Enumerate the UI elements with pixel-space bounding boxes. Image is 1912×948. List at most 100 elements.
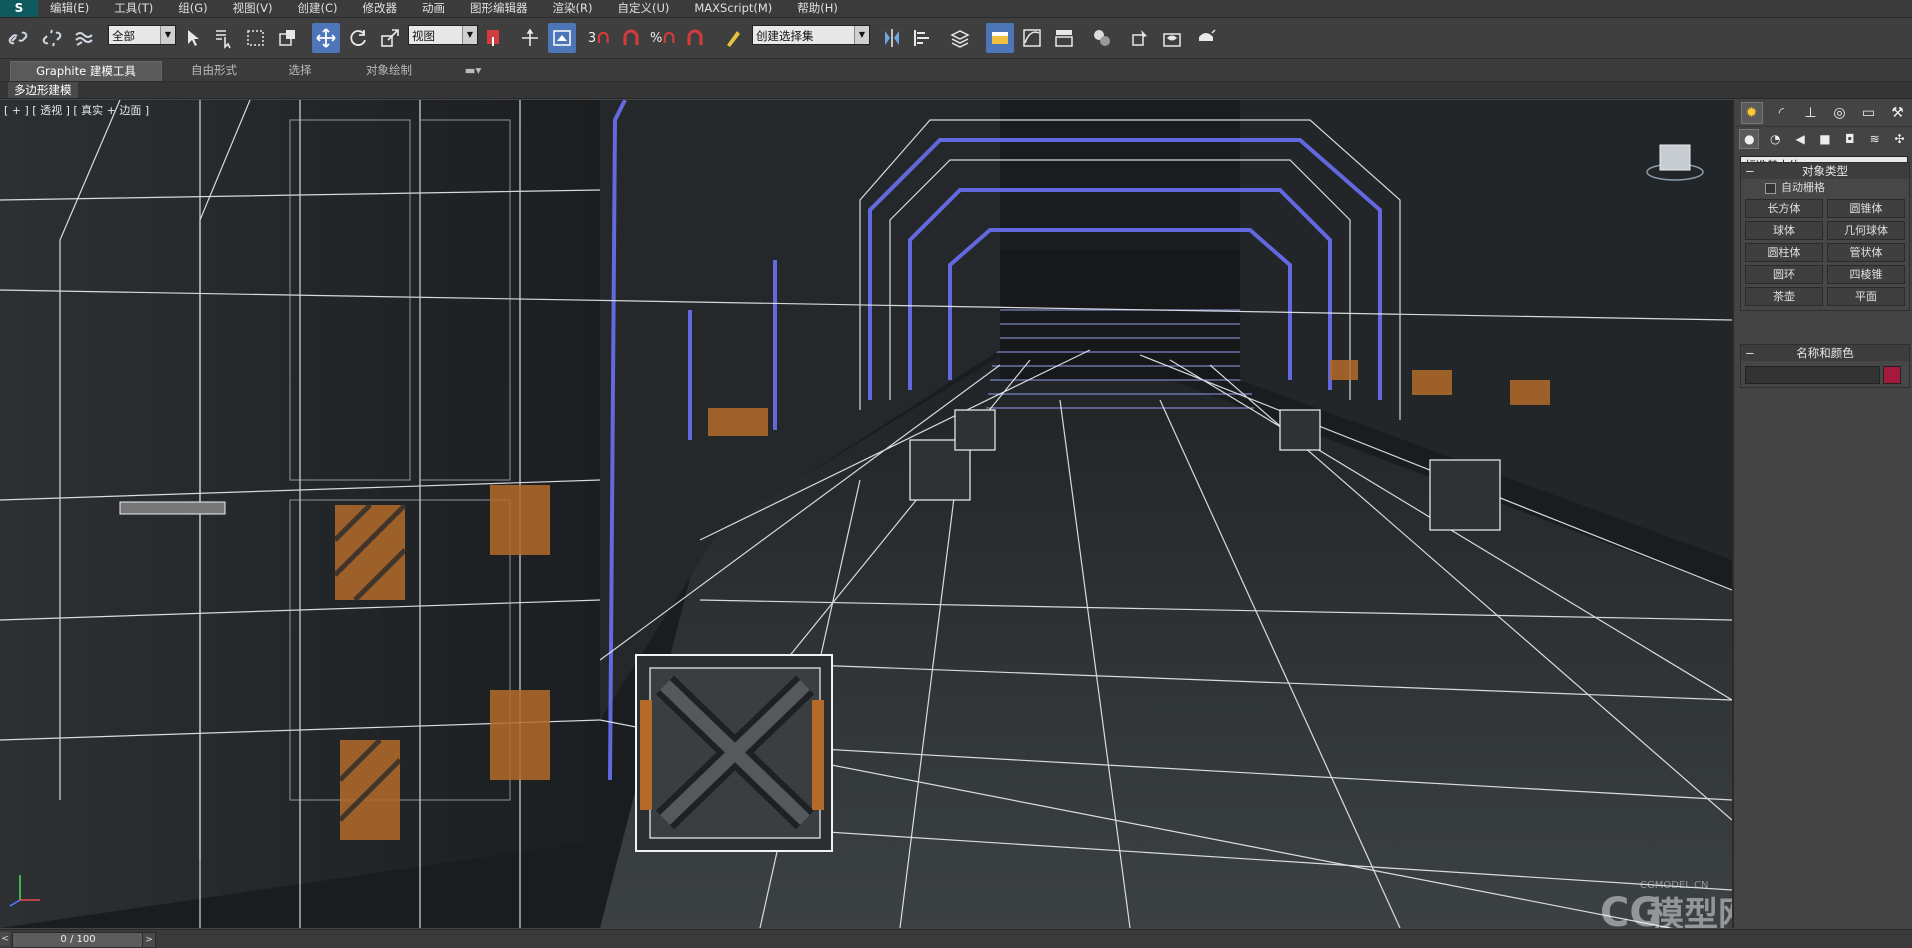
- menu-help[interactable]: 帮助(H): [797, 0, 850, 17]
- systems-icon[interactable]: ✣: [1890, 130, 1908, 148]
- unlink-icon[interactable]: [38, 23, 66, 53]
- select-by-name-icon[interactable]: [210, 23, 238, 53]
- main-toolbar: 全部 ▼ 视图 ▼ 3 % 创建选择集 ▼: [0, 18, 1912, 59]
- menu-rendering[interactable]: 渲染(R): [553, 0, 605, 17]
- ribbon-options-icon[interactable]: ▬▾: [458, 61, 488, 80]
- menu-edit[interactable]: 编辑(E): [50, 0, 101, 17]
- percent-snap-label: %: [650, 30, 663, 46]
- keyboard-shortcut-override-icon[interactable]: [548, 23, 576, 53]
- align-icon[interactable]: [908, 23, 936, 53]
- create-tab-icon[interactable]: ✹: [1740, 102, 1763, 124]
- box-button[interactable]: 长方体: [1745, 199, 1823, 218]
- cylinder-button[interactable]: 圆柱体: [1745, 243, 1823, 262]
- menu-modifiers[interactable]: 修改器: [363, 0, 410, 17]
- tab-freeform[interactable]: 自由形式: [172, 61, 256, 80]
- polygon-modeling-panel[interactable]: 多边形建模: [8, 82, 78, 98]
- bind-space-warp-icon[interactable]: [70, 23, 98, 53]
- reference-coordinate-dropdown[interactable]: 视图 ▼: [408, 25, 478, 45]
- select-object-icon[interactable]: [180, 23, 208, 53]
- object-color-swatch[interactable]: [1883, 366, 1901, 384]
- material-editor-icon[interactable]: [1088, 23, 1116, 53]
- named-selection-sets-value: 创建选择集: [756, 29, 814, 43]
- cameras-icon[interactable]: ■: [1816, 130, 1834, 148]
- percent-snap-icon[interactable]: %: [650, 23, 678, 53]
- utilities-tab-icon[interactable]: ⚒: [1888, 103, 1908, 123]
- object-name-input[interactable]: [1745, 366, 1880, 384]
- autogrid-checkbox[interactable]: 自动栅格: [1741, 179, 1909, 197]
- select-and-rotate-icon[interactable]: [344, 23, 372, 53]
- snaps-toggle-icon[interactable]: 3: [586, 23, 614, 53]
- name-and-color-rollout: − 名称和颜色: [1740, 344, 1910, 388]
- object-type-title: 对象类型: [1802, 164, 1848, 178]
- command-panel: ✹ ◜ ⊥ ◎ ▭ ⚒ ● ◔ ◀ ■ ◘ ≋ ✣ 标准基本体 ▼ −对象类型 …: [1736, 100, 1912, 928]
- torus-button[interactable]: 圆环: [1745, 265, 1823, 284]
- watermark-text: 模型网: [1650, 895, 1732, 928]
- selection-filter-dropdown[interactable]: 全部 ▼: [108, 25, 176, 45]
- motion-tab-icon[interactable]: ◎: [1830, 103, 1850, 123]
- tab-selection[interactable]: 选择: [262, 61, 338, 80]
- autogrid-label: 自动栅格: [1781, 181, 1825, 194]
- name-and-color-rollout-header[interactable]: − 名称和颜色: [1741, 345, 1909, 361]
- pyramid-button[interactable]: 四棱锥: [1827, 265, 1905, 284]
- cargo-crate: [635, 654, 833, 852]
- menu-group[interactable]: 组(G): [178, 0, 219, 17]
- teapot-button[interactable]: 茶壶: [1745, 287, 1823, 306]
- layer-manager-icon[interactable]: [946, 23, 974, 53]
- edit-named-selection-icon[interactable]: [720, 23, 748, 53]
- rendered-frame-window-icon[interactable]: [1158, 23, 1186, 53]
- menu-items: 编辑(E) 工具(T) 组(G) 视图(V) 创建(C) 修改器 动画 图形编辑…: [50, 0, 863, 17]
- object-type-rollout-header[interactable]: − 对象类型: [1741, 163, 1909, 179]
- snap-label: 3: [587, 30, 597, 46]
- select-and-move-icon[interactable]: [312, 23, 340, 53]
- menu-views[interactable]: 视图(V): [233, 0, 285, 17]
- manipulate-icon[interactable]: [516, 23, 544, 53]
- link-icon[interactable]: [4, 23, 32, 53]
- perspective-viewport[interactable]: CGMODEL.CN 模型网 CG [ + ] [ 透视 ] [ 真实 + 边面…: [0, 100, 1734, 928]
- menu-bar: S 编辑(E) 工具(T) 组(G) 视图(V) 创建(C) 修改器 动画 图形…: [0, 0, 1912, 18]
- graphite-toggle-icon[interactable]: [986, 23, 1014, 53]
- curve-editor-icon[interactable]: [1018, 23, 1046, 53]
- lights-icon[interactable]: ◀: [1791, 130, 1809, 148]
- modify-tab-icon[interactable]: ◜: [1772, 103, 1792, 123]
- object-type-buttons: 长方体 圆锥体 球体 几何球体 圆柱体 管状体 圆环 四棱锥 茶壶 平面: [1741, 197, 1909, 310]
- menu-create[interactable]: 创建(C): [297, 0, 349, 17]
- time-slider[interactable]: 0 / 100: [12, 932, 144, 948]
- spinner-snap-icon[interactable]: [682, 23, 710, 53]
- geosphere-button[interactable]: 几何球体: [1827, 221, 1905, 240]
- render-production-icon[interactable]: [1192, 23, 1220, 53]
- menu-tools[interactable]: 工具(T): [114, 0, 165, 17]
- app-logo-button[interactable]: S: [0, 0, 38, 17]
- viewport-label-menu[interactable]: [ + ] [ 透视 ] [ 真实 + 边面 ]: [4, 102, 149, 118]
- geometry-icon[interactable]: ●: [1739, 129, 1760, 149]
- menu-animation[interactable]: 动画: [422, 0, 457, 17]
- sphere-button[interactable]: 球体: [1745, 221, 1823, 240]
- cone-button[interactable]: 圆锥体: [1827, 199, 1905, 218]
- rectangular-selection-icon[interactable]: [242, 23, 270, 53]
- pivot-center-icon[interactable]: [480, 23, 508, 53]
- prev-frame-button[interactable]: <: [0, 932, 10, 946]
- window-crossing-icon[interactable]: [274, 23, 302, 53]
- viewport-scene: CGMODEL.CN 模型网 CG: [0, 100, 1732, 928]
- menu-customize[interactable]: 自定义(U): [617, 0, 681, 17]
- tube-button[interactable]: 管状体: [1827, 243, 1905, 262]
- shapes-icon[interactable]: ◔: [1766, 130, 1784, 148]
- menu-maxscript[interactable]: MAXScript(M): [694, 0, 784, 17]
- hierarchy-tab-icon[interactable]: ⊥: [1801, 103, 1821, 123]
- svg-text:CG: CG: [1600, 890, 1662, 928]
- named-selection-sets-dropdown[interactable]: 创建选择集 ▼: [752, 25, 870, 45]
- tab-object-paint[interactable]: 对象绘制: [344, 61, 434, 80]
- chevron-down-icon: ▼: [854, 26, 869, 44]
- plane-button[interactable]: 平面: [1827, 287, 1905, 306]
- select-and-scale-icon[interactable]: [376, 23, 404, 53]
- mirror-icon[interactable]: [878, 23, 906, 53]
- render-setup-icon[interactable]: [1126, 23, 1154, 53]
- angle-snap-icon[interactable]: [618, 23, 646, 53]
- menu-graph-editors[interactable]: 图形编辑器: [470, 0, 540, 17]
- tab-graphite-modeling[interactable]: Graphite 建模工具: [10, 61, 162, 81]
- space-warps-icon[interactable]: ≋: [1866, 130, 1884, 148]
- helpers-icon[interactable]: ◘: [1841, 130, 1859, 148]
- name-row: [1741, 361, 1909, 387]
- next-frame-button[interactable]: >: [142, 932, 156, 948]
- display-tab-icon[interactable]: ▭: [1859, 103, 1879, 123]
- schematic-view-icon[interactable]: [1050, 23, 1078, 53]
